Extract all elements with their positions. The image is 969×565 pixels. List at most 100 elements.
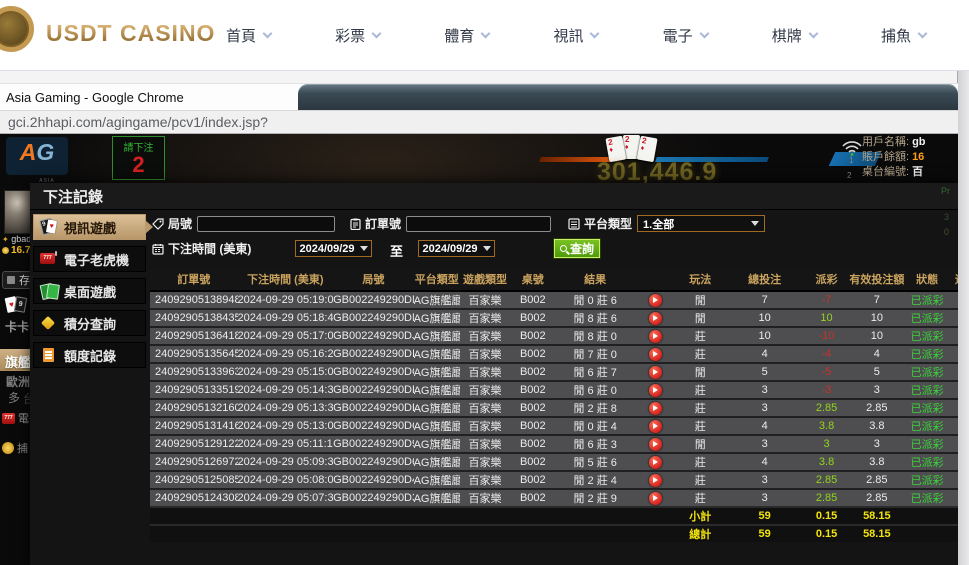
replay-play-button[interactable] (649, 348, 662, 361)
cell (905, 507, 950, 525)
desktop-background-strip (958, 71, 969, 565)
bg-text-fragment: Pr (941, 186, 950, 196)
lobby-menu-item[interactable]: 卡卡 (5, 318, 29, 335)
clipped-cell (950, 435, 958, 453)
column-header: 玩法 (675, 268, 725, 291)
sidebar-item-label: 額度記錄 (64, 346, 116, 365)
cell-round: GB002249290DJ (333, 327, 413, 345)
cell-result: 閒 8 莊 0 (555, 327, 634, 345)
clipped-cell (950, 489, 958, 507)
chevron-down-icon (590, 29, 600, 39)
user-info-line: 用戶名稱:gb (862, 135, 926, 150)
video-replay-cell (635, 363, 675, 381)
lobby-menu-item-flagship[interactable]: 旗艦 (5, 352, 31, 371)
cell-game: 百家樂 (460, 471, 510, 489)
cell-table: B002 (510, 471, 555, 489)
cell-play: 閒 (675, 309, 725, 327)
to-label: 至 (390, 241, 403, 260)
replay-play-button[interactable] (649, 330, 662, 343)
cell-round: GB002249290D9 (333, 435, 413, 453)
nav-item[interactable]: 電子 (663, 25, 708, 46)
cell (950, 507, 958, 525)
cell-bet: 10 (725, 309, 803, 327)
round-input[interactable] (197, 216, 335, 232)
cell-play: 莊 (675, 399, 725, 417)
user-info-line: 桌台編號:百 (862, 165, 926, 180)
cell-platform: AG旗艦廳 (414, 309, 460, 327)
cell (635, 525, 675, 542)
chevron-down-icon (699, 29, 709, 39)
video-replay-cell (635, 417, 675, 435)
cell-payout: -5 (804, 363, 849, 381)
cell-bet: 3 (725, 489, 803, 507)
cell-game: 百家樂 (460, 345, 510, 363)
nav-item[interactable]: 視訊 (553, 25, 598, 46)
cell-platform: AG旗艦廳 (414, 399, 460, 417)
cell-game: 百家樂 (460, 363, 510, 381)
nav-item-label: 首頁 (226, 25, 256, 46)
casino-page: AG ASIA GAMING 請下注 2 2♦2♦2♦ 301,446.9 用戶… (0, 134, 958, 565)
cell-result: 閒 8 莊 6 (555, 309, 634, 327)
replay-play-button[interactable] (649, 420, 662, 433)
platform-select[interactable]: 1.全部 (637, 215, 765, 232)
date-from-select[interactable]: 2024/09/29 (295, 240, 372, 257)
replay-play-button[interactable] (649, 312, 662, 325)
nav-item-label: 捕魚 (881, 25, 911, 46)
cell-result: 閒 6 莊 7 (555, 363, 634, 381)
lobby-menu-item-multi[interactable]: 多 (8, 389, 20, 406)
cell-platform: AG旗艦廳 (414, 327, 460, 345)
column-header: 有效投注額 (849, 268, 904, 291)
cell-round: GB002249290DI (333, 345, 413, 363)
cell-round: GB002249290DM (333, 309, 413, 327)
seat-number: 2 (847, 171, 851, 180)
replay-play-button[interactable] (649, 294, 662, 307)
cell-time: 2024-09-29 05:13:00 (238, 417, 334, 435)
replay-play-button[interactable] (649, 384, 662, 397)
nav-item-label: 彩票 (335, 25, 365, 46)
table-row: 2409290512912242024-09-29 05:11:14GB0022… (150, 435, 958, 453)
lobby-menu-item-europe[interactable]: 歐洲 (6, 373, 30, 390)
replay-play-button[interactable] (649, 366, 662, 379)
date-to-select[interactable]: 2024/09/29 (418, 240, 495, 257)
sidebar-item[interactable]: 電子老虎機 (33, 246, 146, 272)
replay-play-button[interactable] (649, 492, 662, 505)
nav-item[interactable]: 體育 (444, 25, 489, 46)
table-row: 2409290512508522024-09-29 05:08:09GB0022… (150, 471, 958, 489)
clipped-cell (950, 309, 958, 327)
sidebar-item[interactable]: 視訊遊戲 (33, 214, 146, 240)
column-header: 派彩 (804, 268, 849, 291)
url-bar[interactable]: gci.2hhapi.com/agingame/pcv1/index.jsp? (0, 110, 958, 134)
nav-item[interactable]: 棋牌 (772, 25, 817, 46)
table-row: 2409290513141642024-09-29 05:13:00GB0022… (150, 417, 958, 435)
replay-play-button[interactable] (649, 402, 662, 415)
replay-play-button[interactable] (649, 438, 662, 451)
cell-bet: 3 (725, 435, 803, 453)
seat-number: 1 (849, 156, 853, 165)
cell (150, 507, 238, 525)
sidebar-item[interactable]: 額度記錄 (33, 342, 146, 368)
chevron-down-icon (808, 29, 818, 39)
cell-status: 已派彩 (905, 381, 950, 399)
cell-order: 240929051335195 (150, 381, 238, 399)
lobby-menu-item-fishing[interactable]: 捕 (2, 440, 28, 456)
clipped-cell (950, 345, 958, 363)
medal-icon: ✦ (2, 235, 9, 244)
clipped-cell (950, 399, 958, 417)
site-logo-text[interactable]: USDT CASINO (46, 20, 215, 47)
main-nav: 首頁 彩票 體育 視訊 電子 棋牌 捕魚 (226, 0, 926, 71)
cell-valid: 10 (849, 327, 904, 345)
credit-icon (40, 347, 58, 363)
nav-item[interactable]: 彩票 (335, 25, 380, 46)
order-input[interactable] (406, 216, 551, 232)
search-button[interactable]: 查詢 (554, 239, 600, 258)
nav-item[interactable]: 捕魚 (881, 25, 926, 46)
replay-play-button[interactable] (649, 456, 662, 469)
bet-records-table-wrap: 訂單號下注時間 (美東)局號平台類型遊戲類型桌號結果玩法總投注派彩有效投注額狀態… (150, 268, 958, 542)
sidebar-item[interactable]: 積分查詢 (33, 310, 146, 336)
nav-item[interactable]: 首頁 (226, 25, 271, 46)
cell-play: 閒 (675, 363, 725, 381)
platform-label: 平台類型 (568, 215, 632, 232)
replay-play-button[interactable] (649, 474, 662, 487)
window-titlebar[interactable]: Asia Gaming - Google Chrome (0, 83, 958, 110)
sidebar-item[interactable]: 桌面遊戲 (33, 278, 146, 304)
